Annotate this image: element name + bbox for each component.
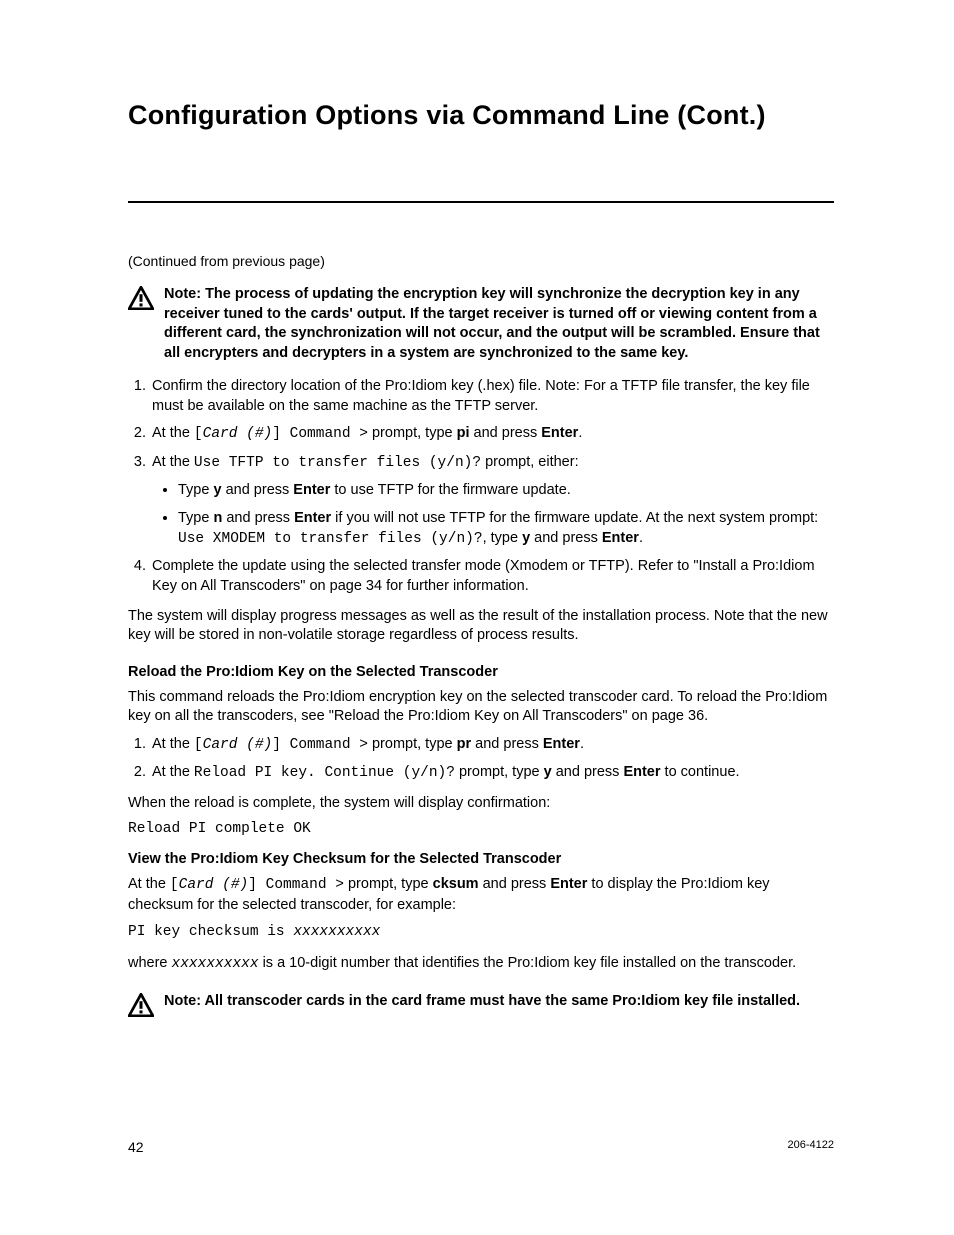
text: and press: [470, 425, 542, 441]
text: .: [578, 425, 582, 441]
warning-icon: [128, 993, 156, 1022]
text: prompt, type: [368, 425, 457, 441]
reload-step-1: At the [Card (#)] Command > prompt, type…: [150, 735, 834, 756]
placeholder-digits: xxxxxxxxxx: [293, 924, 380, 940]
text: if you will not use TFTP for the firmwar…: [331, 510, 818, 526]
subhead-reload: Reload the Pro:Idiom Key on the Selected…: [128, 664, 834, 680]
text: At the: [152, 764, 194, 780]
steps-list-1: Confirm the directory location of the Pr…: [128, 377, 834, 596]
post-steps-para: The system will display progress message…: [128, 607, 834, 646]
text: prompt, type: [368, 736, 457, 752]
note-block-2: Note: All transcoder cards in the card f…: [128, 992, 834, 1022]
text: and press: [222, 510, 294, 526]
key-enter: Enter: [541, 425, 578, 441]
reload-intro: This command reloads the Pro:Idiom encry…: [128, 688, 834, 727]
page-title: Configuration Options via Command Line (…: [128, 100, 834, 131]
reload-done: When the reload is complete, the system …: [128, 794, 834, 814]
note-text-2: Note: All transcoder cards in the card f…: [164, 992, 800, 1012]
key-enter: Enter: [293, 482, 330, 498]
text: to use TFTP for the firmware update.: [330, 482, 570, 498]
command-cksum: cksum: [433, 876, 479, 892]
text: and press: [471, 736, 543, 752]
text: , type: [483, 530, 523, 546]
text: At the: [152, 425, 194, 441]
step-4: Complete the update using the selected t…: [150, 557, 834, 596]
text: At the: [152, 454, 194, 470]
bullet-2: Type n and press Enter if you will not u…: [178, 508, 834, 550]
page-number: 42: [128, 1139, 144, 1155]
subhead-checksum: View the Pro:Idiom Key Checksum for the …: [128, 851, 834, 867]
prompt-code: Use TFTP to transfer files (y/n)?: [194, 455, 481, 471]
key-enter: Enter: [623, 764, 660, 780]
text: to continue.: [661, 764, 740, 780]
text: and press: [222, 482, 294, 498]
key-n: n: [213, 510, 222, 526]
key-y: y: [213, 482, 221, 498]
continued-label: (Continued from previous page): [128, 253, 834, 269]
checksum-explain: where xxxxxxxxxx is a 10-digit number th…: [128, 954, 834, 975]
document-page: Configuration Options via Command Line (…: [0, 0, 954, 1235]
key-enter: Enter: [294, 510, 331, 526]
prompt-code: Use XMODEM to transfer files (y/n)?: [178, 531, 483, 547]
key-y: y: [522, 530, 530, 546]
text: Type: [178, 482, 213, 498]
bullet-1: Type y and press Enter to use TFTP for t…: [178, 480, 834, 500]
prompt-code: Reload PI key. Continue (y/n)?: [194, 765, 455, 781]
horizontal-rule: [128, 201, 834, 203]
reload-step-2: At the Reload PI key. Continue (y/n)? pr…: [150, 763, 834, 784]
document-number: 206-4122: [788, 1139, 835, 1155]
bullet-list: Type y and press Enter to use TFTP for t…: [152, 480, 834, 550]
text: prompt, type: [455, 764, 544, 780]
note-block-1: Note: The process of updating the encryp…: [128, 285, 834, 363]
key-enter: Enter: [602, 530, 639, 546]
step-1: Confirm the directory location of the Pr…: [150, 377, 834, 416]
command-pr: pr: [457, 736, 472, 752]
key-y: y: [544, 764, 552, 780]
note-text-1: Note: The process of updating the encryp…: [164, 285, 834, 363]
step-2: At the [Card (#)] Command > prompt, type…: [150, 424, 834, 445]
text: .: [580, 736, 584, 752]
text: where: [128, 955, 172, 971]
warning-icon: [128, 286, 156, 315]
text: is a 10-digit number that identifies the…: [259, 955, 797, 971]
text: and press: [552, 764, 624, 780]
text: prompt, type: [344, 876, 433, 892]
text: Type: [178, 510, 213, 526]
steps-list-2: At the [Card (#)] Command > prompt, type…: [128, 735, 834, 784]
text: At the: [128, 876, 170, 892]
text: and press: [530, 530, 602, 546]
text: At the: [152, 736, 194, 752]
text: prompt, either:: [481, 454, 579, 470]
text: and press: [479, 876, 551, 892]
checksum-intro: At the [Card (#)] Command > prompt, type…: [128, 875, 834, 915]
step-3: At the Use TFTP to transfer files (y/n)?…: [150, 453, 834, 549]
checksum-output: PI key checksum is xxxxxxxxxx: [128, 924, 834, 940]
placeholder-digits: xxxxxxxxxx: [172, 956, 259, 972]
command-pi: pi: [457, 425, 470, 441]
reload-output: Reload PI complete OK: [128, 821, 834, 837]
text: PI key checksum is: [128, 924, 293, 940]
key-enter: Enter: [550, 876, 587, 892]
page-footer: 42 206-4122: [128, 1139, 834, 1155]
text: .: [639, 530, 643, 546]
key-enter: Enter: [543, 736, 580, 752]
